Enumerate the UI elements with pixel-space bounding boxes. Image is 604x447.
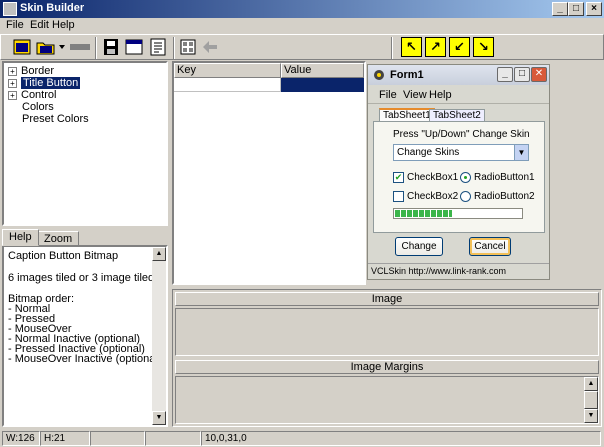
margins-scrollbar[interactable]: ▲ ▼ [584,377,598,423]
grid-cell-value[interactable] [281,78,364,92]
radio-unselected-icon[interactable] [460,191,471,202]
status-bar: W:126 H:21 10,0,31,0 [0,429,604,447]
open-icon[interactable] [35,37,57,57]
scroll-up-icon[interactable]: ▲ [152,247,166,261]
tree-item-preset-colors[interactable]: Preset Colors [22,113,89,125]
grid-cell-key[interactable] [174,78,281,92]
form1-title: Form1 [390,69,424,81]
checkbox2[interactable]: CheckBox2 [393,191,458,202]
toolbar: ↖ ↗ ↙ ↘ [0,34,604,60]
form1-menu-file[interactable]: File [379,89,397,101]
form1-menu-view[interactable]: View [403,89,427,101]
form1-status-bar: VCLSkin http://www.link-rank.com [368,263,549,279]
title-bar: Skin Builder _ □ × [0,0,604,18]
checkbox1[interactable]: ✔ CheckBox1 [393,172,458,183]
disabled-arrow-icon [199,37,221,57]
form1-close-button[interactable]: ✕ [531,67,547,82]
scroll-thumb[interactable] [584,391,598,409]
form1-title-bar: Form1 _ □ ✕ [368,65,549,85]
menu-help[interactable]: Help [52,19,75,31]
menu-edit[interactable]: Edit [30,19,49,31]
help-text-area[interactable]: Caption Button Bitmap 6 images tiled or … [2,245,168,427]
status-pane [90,431,145,446]
status-pane [145,431,201,446]
new-skin-icon[interactable] [11,37,33,57]
save-icon[interactable] [100,37,122,57]
toolbar-separator [173,37,175,59]
window-icon[interactable] [123,37,145,57]
scroll-down-icon[interactable]: ▼ [584,409,598,423]
arrow-up-left-icon[interactable]: ↖ [401,37,422,57]
menu-bar: File Edit Help [0,18,604,34]
status-width: W:126 [2,431,40,446]
arrow-down-left-icon[interactable]: ↙ [449,37,470,57]
image-preview-area[interactable] [175,308,599,356]
tree-item-control[interactable]: + Control [8,89,56,101]
form1-preview-window: Form1 _ □ ✕ File View Help TabSheet1 Tab… [367,64,550,280]
help-line: Caption Button Bitmap [8,250,119,262]
grid-header-value[interactable]: Value [281,63,364,78]
toolbar-separator [391,37,393,59]
skin-combo[interactable]: Change Skins ▼ [393,144,529,161]
tree-item-title-button[interactable]: + Title Button [8,77,81,89]
toolbar-separator [95,37,97,59]
scroll-up-icon[interactable]: ▲ [584,377,598,391]
radio-selected-icon[interactable] [460,172,471,183]
help-scrollbar[interactable]: ▲ ▼ [152,247,166,425]
open-dropdown-icon[interactable] [57,37,67,57]
radio-button2[interactable]: RadioButton2 [460,191,535,202]
change-skin-prompt: Press "Up/Down" Change Skin [393,129,530,140]
close-button[interactable]: × [586,2,602,16]
scroll-down-icon[interactable]: ▼ [152,411,166,425]
image-header: Image [175,292,599,306]
minimize-button[interactable]: _ [552,2,568,16]
window-title: Skin Builder [20,2,85,14]
form1-menu-help[interactable]: Help [429,89,452,101]
cancel-button[interactable]: Cancel [469,237,511,256]
tree-item-border[interactable]: + Border [8,65,54,77]
property-grid[interactable]: Key Value [172,61,366,285]
radio-button1[interactable]: RadioButton1 [460,172,535,183]
help-line: 6 images tiled or 3 image tiled [8,272,155,284]
help-line: - MouseOver Inactive (optional) [8,353,162,365]
form1-tab-sheet1[interactable]: TabSheet1 [379,108,435,122]
tree-item-colors[interactable]: Colors [22,101,54,113]
arrow-down-right-icon[interactable]: ↘ [473,37,494,57]
app-icon [3,2,17,16]
menu-file[interactable]: File [6,19,24,31]
checkbox-unchecked-icon[interactable] [393,191,404,202]
disabled-bar-icon [69,37,91,57]
tab-help[interactable]: Help [2,229,39,246]
image-margins-area[interactable]: ▲ ▼ [175,376,599,424]
status-margins: 10,0,31,0 [201,431,601,446]
form1-minimize-button[interactable]: _ [497,67,513,82]
maximize-button[interactable]: □ [568,2,584,16]
grid-header-key[interactable]: Key [174,63,281,78]
form1-app-icon [374,70,384,80]
form1-tab-page: Press "Up/Down" Change Skin Change Skins… [373,121,545,233]
progress-fill [395,210,452,217]
expand-icon[interactable]: + [8,66,17,76]
grid-icon[interactable] [177,37,199,57]
form1-status-text: VCLSkin http://www.link-rank.com [371,266,507,276]
properties-icon[interactable] [147,37,169,57]
skin-tree[interactable]: + Border + Title Button + Control Colors Pr… [2,61,168,226]
status-height: H:21 [40,431,90,446]
arrow-up-right-icon[interactable]: ↗ [425,37,446,57]
change-button[interactable]: Change [395,237,443,256]
progress-bar [393,208,523,219]
expand-icon[interactable]: + [8,90,17,100]
menu-divider [368,103,549,104]
image-margins-header: Image Margins [175,360,599,374]
expand-icon[interactable]: + [8,78,17,88]
image-panel: Image Image Margins ▲ ▼ [172,289,602,427]
checkbox-checked-icon[interactable]: ✔ [393,172,404,183]
form1-maximize-button[interactable]: □ [514,67,530,82]
chevron-down-icon[interactable]: ▼ [514,145,528,160]
